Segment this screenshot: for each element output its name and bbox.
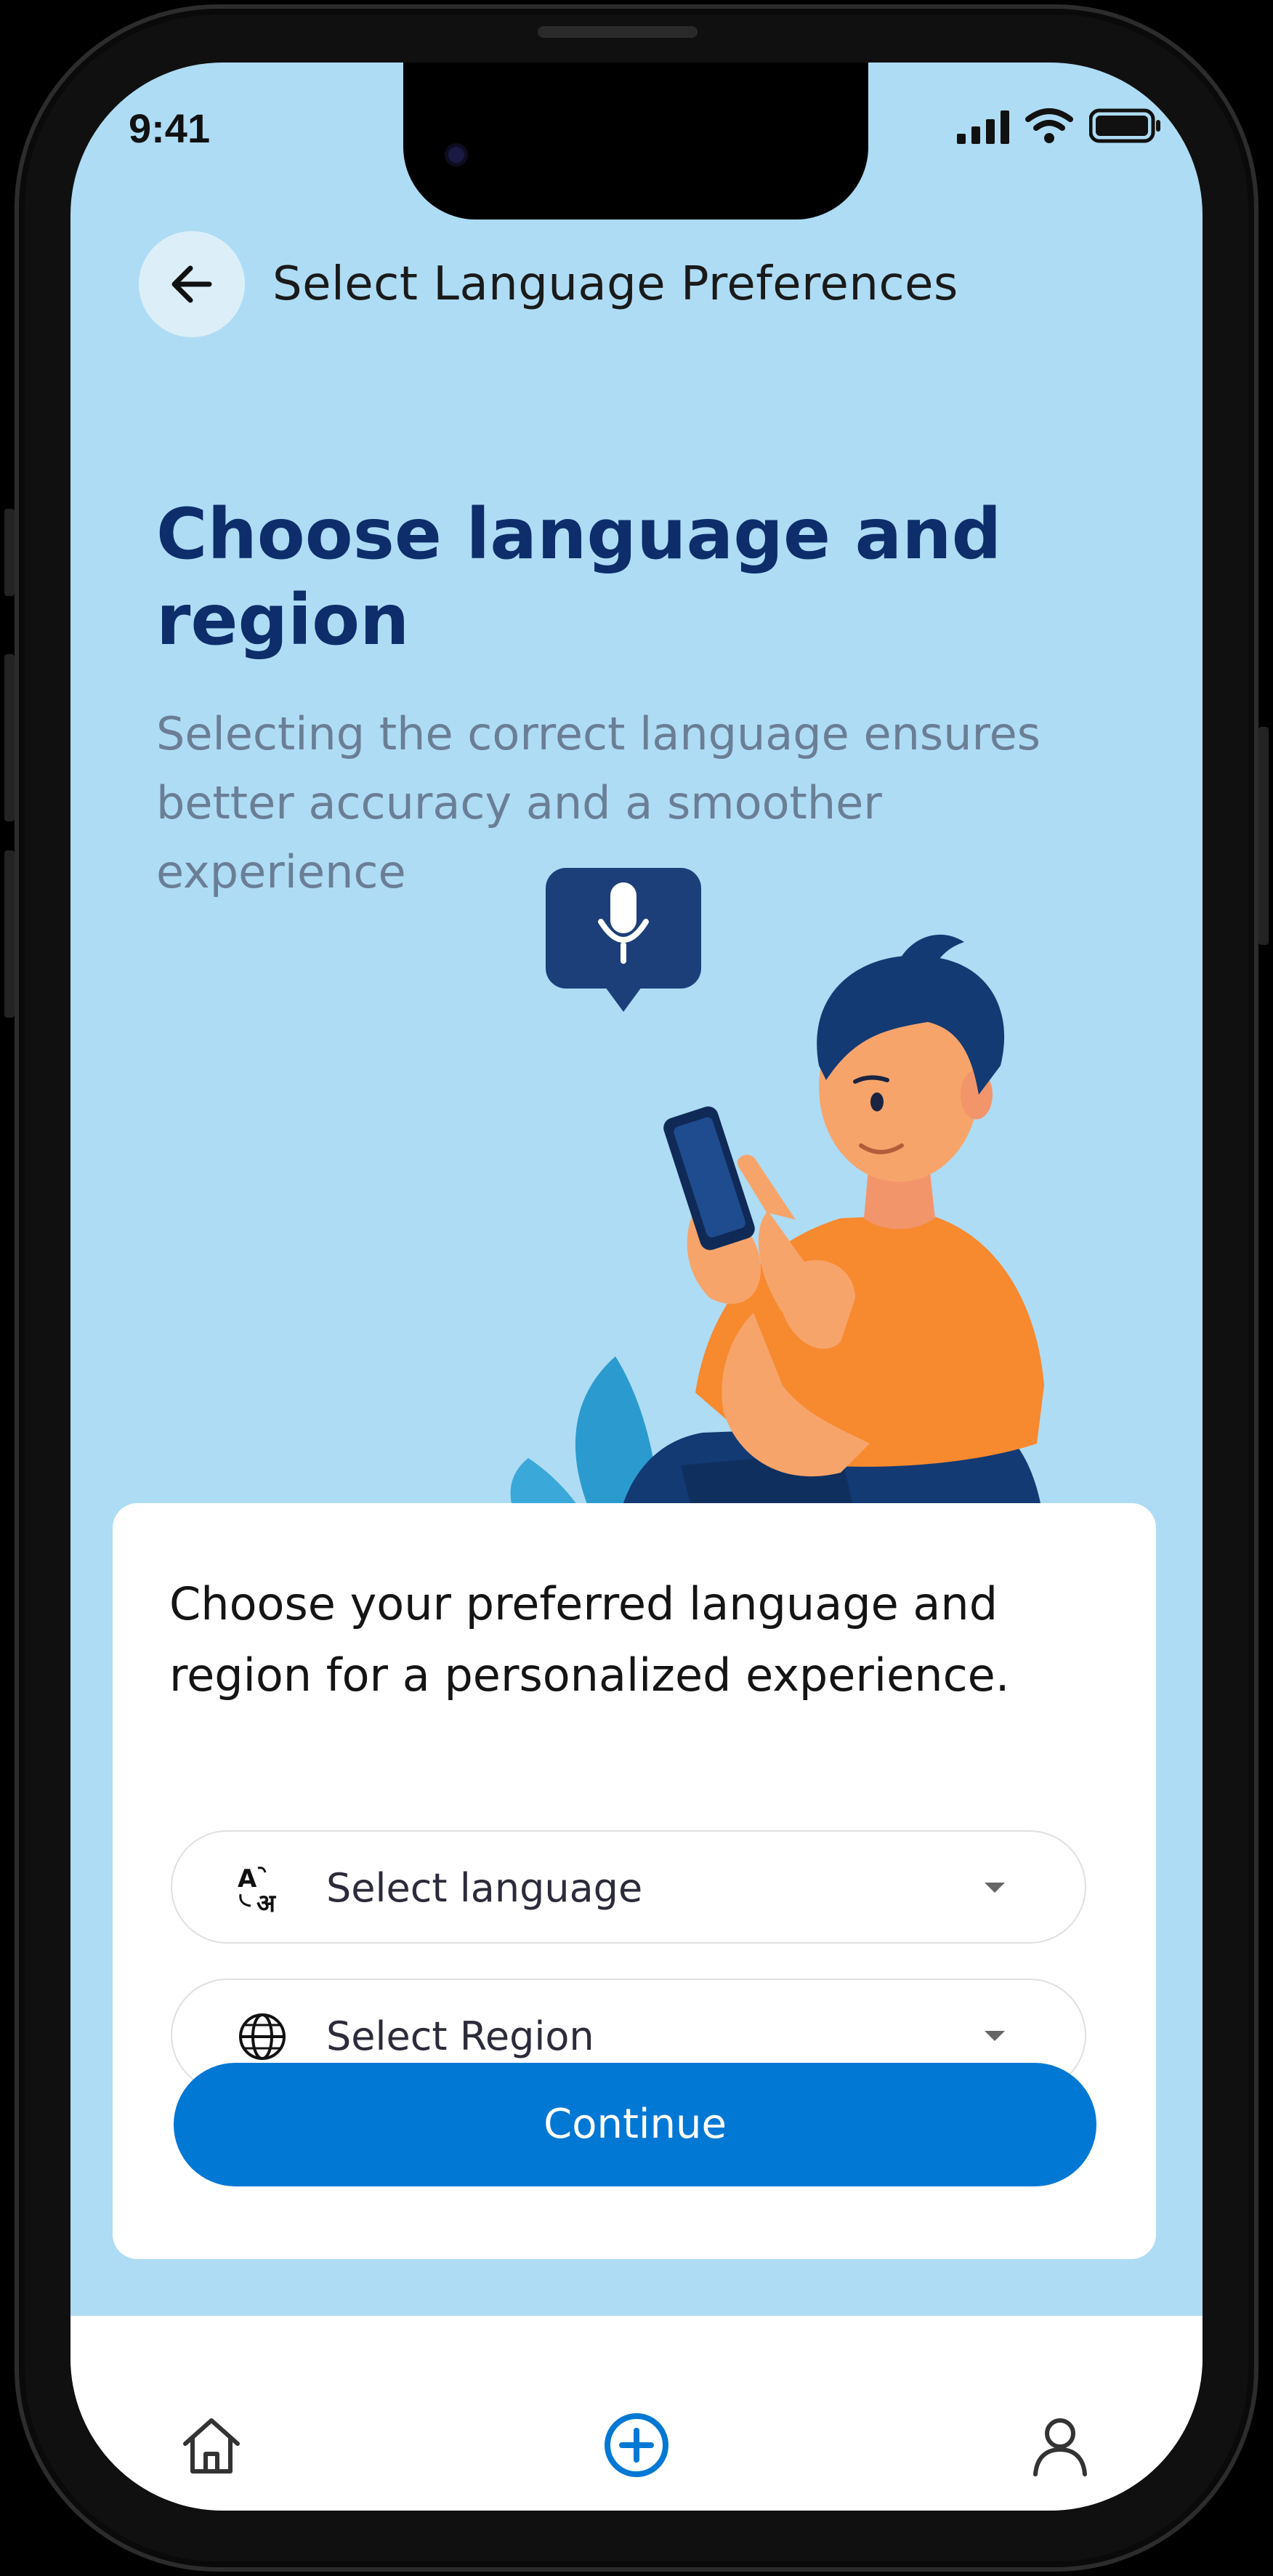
volume-down-button bbox=[4, 850, 15, 1018]
language-select-label: Select language bbox=[326, 1865, 643, 1911]
mute-switch bbox=[4, 509, 15, 596]
phone-screen: 9:41 Select Language Preferences Choose … bbox=[70, 63, 1203, 2511]
cellular-signal-icon bbox=[957, 110, 1009, 144]
wifi-icon bbox=[1025, 108, 1073, 143]
volume-up-button bbox=[4, 654, 15, 821]
microphone-bubble bbox=[546, 868, 701, 1012]
status-time: 9:41 bbox=[129, 105, 211, 151]
home-icon[interactable] bbox=[177, 2410, 246, 2480]
continue-button[interactable]: Continue bbox=[174, 2063, 1096, 2186]
headline: Choose language and region bbox=[156, 494, 1002, 661]
hero-illustration bbox=[510, 868, 1046, 1582]
svg-text:A: A bbox=[238, 1864, 257, 1893]
user-icon[interactable] bbox=[1025, 2410, 1095, 2480]
back-button[interactable] bbox=[139, 231, 245, 337]
globe-icon bbox=[239, 2013, 286, 2060]
svg-text:अ: अ bbox=[256, 1889, 277, 1915]
arrow-left-icon bbox=[171, 265, 212, 303]
card-prompt: Choose your preferred language and regio… bbox=[169, 1577, 1010, 1702]
notch bbox=[403, 63, 868, 220]
page-title: Select Language Preferences bbox=[272, 257, 958, 311]
power-button bbox=[1258, 727, 1269, 945]
region-select-label: Select Region bbox=[326, 2013, 594, 2059]
language-select[interactable]: A अ Select language bbox=[171, 1830, 1086, 1944]
battery-icon bbox=[1089, 108, 1160, 143]
chevron-down-icon bbox=[985, 1883, 1005, 1893]
chevron-down-icon bbox=[985, 2031, 1005, 2041]
bottom-tab-bar bbox=[70, 2316, 1203, 2511]
add-circle-icon[interactable] bbox=[602, 2410, 671, 2480]
preferences-card: Choose your preferred language and regio… bbox=[113, 1503, 1156, 2259]
person-illustration bbox=[614, 934, 1046, 1582]
front-camera bbox=[448, 147, 464, 163]
earpiece-speaker bbox=[538, 26, 698, 38]
translate-icon: A अ bbox=[238, 1864, 277, 1915]
